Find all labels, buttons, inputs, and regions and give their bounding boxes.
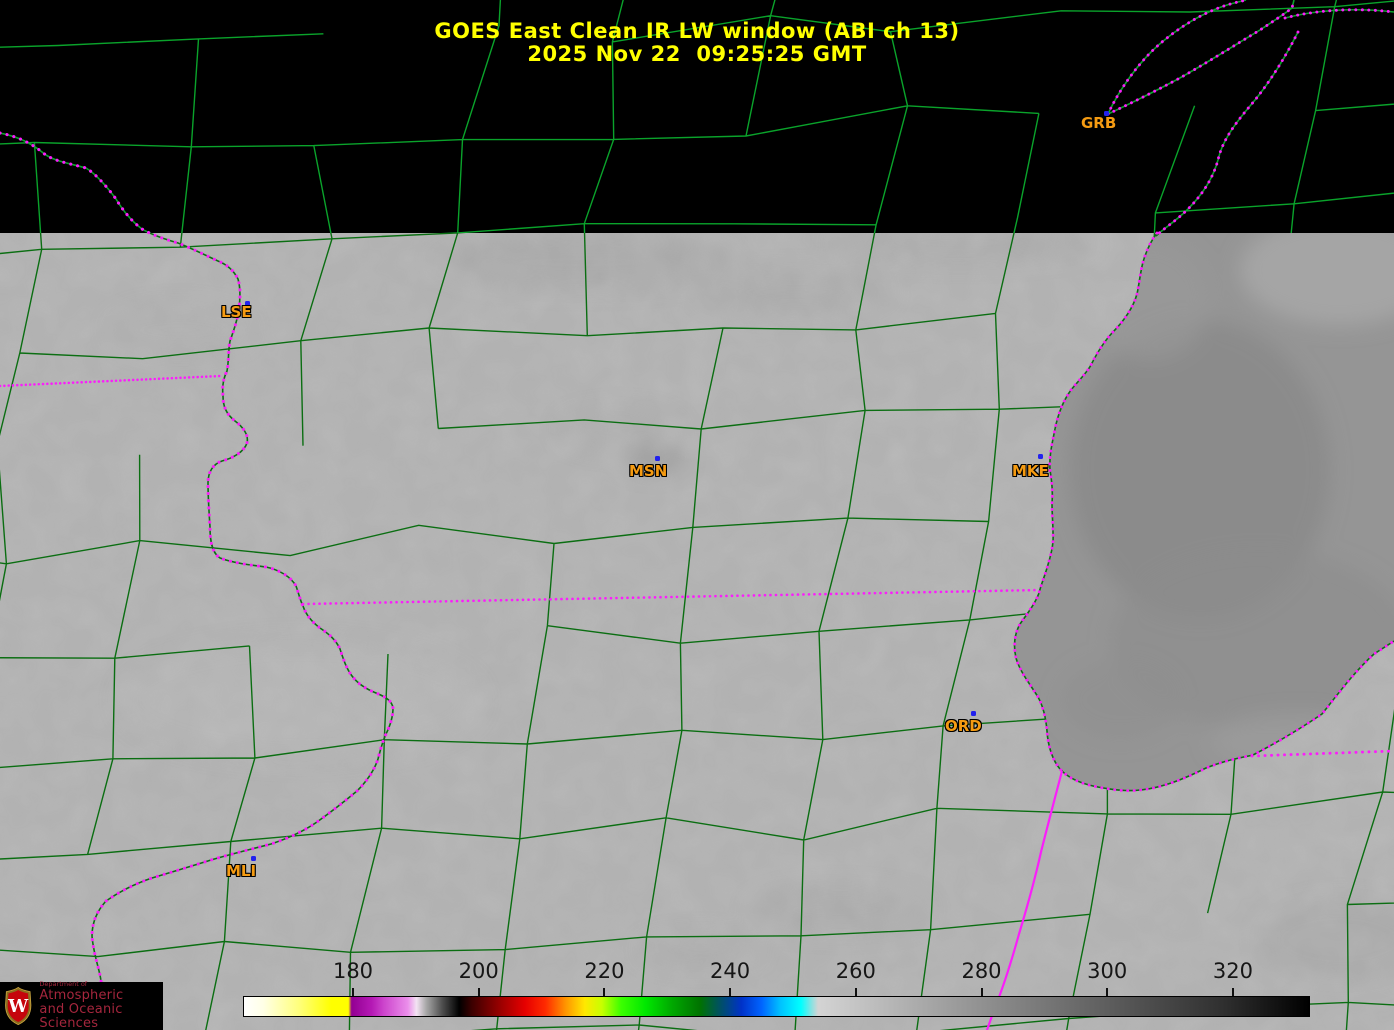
colorbar-tick-label: 220 bbox=[584, 959, 625, 983]
colorbar-tick-mark bbox=[1106, 988, 1109, 996]
timestamp-line: 2025 Nov 22 09:25:25 GMT bbox=[527, 42, 867, 66]
station-label-lse: LSE bbox=[221, 303, 252, 321]
logo-line1: Atmospheric bbox=[39, 988, 124, 1003]
station-label-ord: ORD bbox=[945, 717, 982, 735]
logo-line2: and Oceanic Sciences bbox=[39, 1002, 123, 1030]
colorbar-tick-label: 200 bbox=[458, 959, 499, 983]
colorbar-gradient bbox=[243, 996, 1310, 1017]
colorbar-tick-label: 260 bbox=[835, 959, 876, 983]
colorbar-tick-mark bbox=[729, 988, 732, 996]
colorbar-tick-mark bbox=[352, 988, 354, 996]
colorbar-tick-mark bbox=[1231, 988, 1234, 996]
station-label-grb: GRB bbox=[1081, 114, 1117, 132]
colorbar-tick-mark bbox=[477, 988, 480, 996]
station-dot-msn bbox=[655, 456, 660, 461]
goes-ir-satellite-map: GOES East Clean IR LW window (ABI ch 13)… bbox=[0, 0, 1394, 1030]
uw-crest: W bbox=[5, 986, 32, 1026]
station-dot-ord bbox=[971, 711, 976, 716]
station-dot-mli bbox=[251, 856, 256, 861]
satellite-map-canvas bbox=[0, 0, 1394, 1030]
colorbar-tick-label: 300 bbox=[1087, 959, 1128, 983]
colorbar-tick-mark bbox=[603, 988, 606, 996]
colorbar-tick-label: 240 bbox=[710, 959, 751, 983]
station-label-msn: MSN bbox=[629, 462, 668, 480]
crest-letter: W bbox=[7, 996, 29, 1017]
image-title: GOES East Clean IR LW window (ABI ch 13)… bbox=[0, 20, 1394, 66]
logo-dept-prefix: Department of bbox=[39, 980, 88, 988]
title-line: GOES East Clean IR LW window (ABI ch 13) bbox=[434, 19, 960, 43]
colorbar-tick-label: 280 bbox=[961, 959, 1002, 983]
logo-text: Department of Atmospheric and Oceanic Sc… bbox=[39, 981, 163, 1030]
station-label-mli: MLI bbox=[226, 862, 257, 880]
station-label-mke: MKE bbox=[1012, 462, 1049, 480]
station-dot-mke bbox=[1038, 454, 1043, 459]
colorbar-tick-mark bbox=[980, 988, 983, 996]
colorbar-tick-mark bbox=[854, 988, 857, 996]
colorbar-tick-label: 180 bbox=[332, 959, 374, 983]
colorbar-tick-label: 320 bbox=[1212, 959, 1253, 983]
uw-aos-logo: W Department of Atmospheric and Oceanic … bbox=[0, 981, 163, 1030]
